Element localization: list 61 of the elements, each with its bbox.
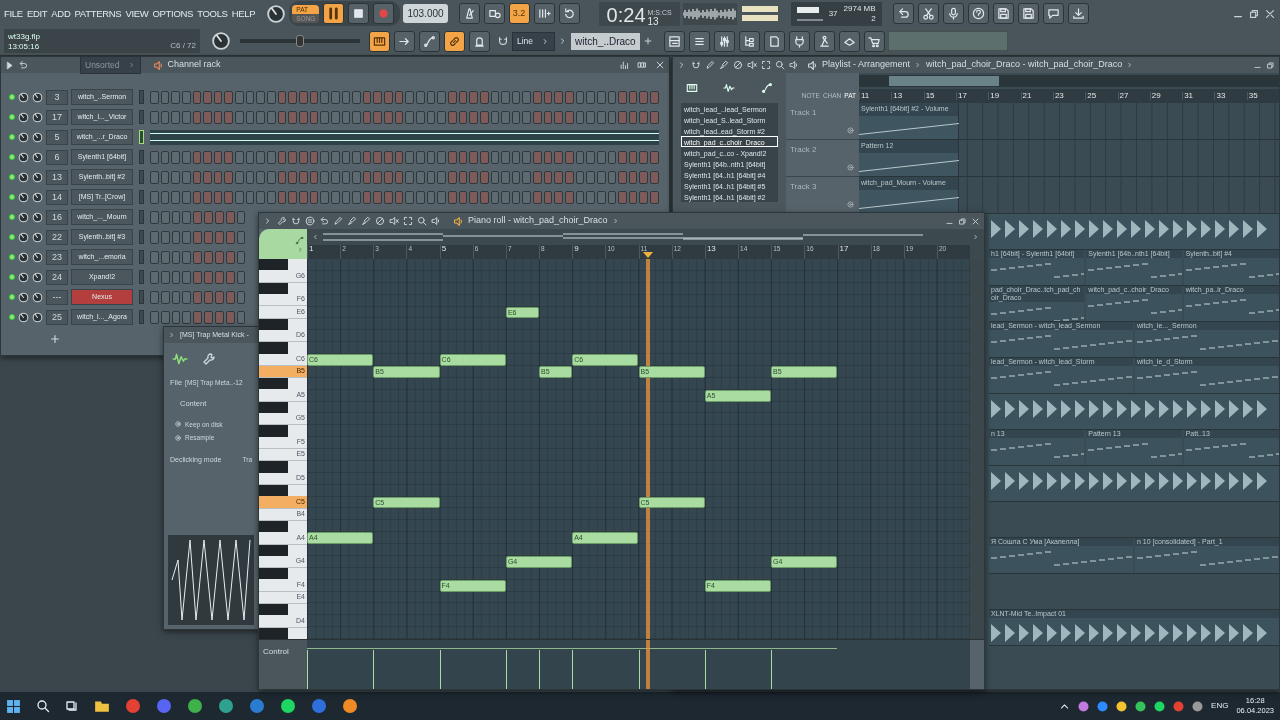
- menu-item[interactable]: FILE: [4, 6, 23, 21]
- voice-count: 2: [870, 13, 876, 24]
- ruler-number: 13: [893, 92, 903, 100]
- time-centiseconds: 13: [647, 16, 660, 26]
- file-name: wt33g.flp: [8, 32, 41, 43]
- menu-item[interactable]: VIEW: [125, 6, 149, 21]
- tempo-display[interactable]: 103.000: [403, 4, 448, 24]
- ruler-number: 17: [839, 245, 849, 253]
- channel-number: 6: [46, 149, 68, 165]
- channel-number: 22: [46, 229, 68, 245]
- channel-number: 24: [46, 269, 68, 285]
- ruler-number: 19: [990, 92, 1000, 100]
- channel-number: 3: [46, 89, 68, 105]
- snap-select[interactable]: Line: [512, 31, 556, 51]
- menu-item[interactable]: OPTIONS: [152, 6, 194, 21]
- menu-item[interactable]: EDIT: [26, 6, 48, 21]
- song-time: 13:05:16: [8, 42, 41, 53]
- cpu-value: 37: [828, 7, 838, 20]
- memory-value: 2974 MB: [843, 3, 876, 14]
- track-name: Track 2: [790, 144, 817, 156]
- ruler-number: 5: [441, 245, 447, 253]
- menu-item[interactable]: PATTERNS: [74, 6, 122, 21]
- ruler-number: 1: [309, 245, 314, 253]
- channel-number: 13: [46, 169, 68, 185]
- ruler-number: 31: [1184, 92, 1194, 100]
- ruler-number: 13: [706, 245, 716, 253]
- menu-item[interactable]: HELP: [231, 6, 256, 21]
- track-name: Track 3: [790, 181, 817, 193]
- breadcrumb: witch_pad_choir_Draco - witch_pad_choir_Draco: [926, 58, 1123, 72]
- ruler-number: 33: [1216, 92, 1226, 100]
- pattern-select[interactable]: witch_..Draco: [571, 32, 640, 50]
- ruler-number: 15: [925, 92, 935, 100]
- window-title: Channel rack: [167, 58, 221, 72]
- channel-number: 14: [46, 189, 68, 205]
- ruler-number: 35: [1248, 92, 1258, 100]
- window-title: Playlist - Arrangement: [822, 58, 911, 72]
- channel-number: ---: [46, 289, 68, 305]
- ruler-number: 29: [1151, 92, 1161, 100]
- window-title: Piano roll - witch_pad_choir_Draco: [468, 214, 608, 228]
- menu-item[interactable]: ADD: [51, 6, 71, 21]
- time-value: 0:24: [606, 3, 646, 26]
- language-indicator[interactable]: ENG: [1211, 700, 1229, 712]
- ruler-number: 11: [861, 92, 870, 100]
- channel-number: 17: [46, 109, 68, 125]
- channel-number: 16: [46, 209, 68, 225]
- channel-number: 23: [46, 249, 68, 265]
- ruler-number: 25: [1087, 92, 1097, 100]
- ruler-number: 27: [1119, 92, 1129, 100]
- filter-value: Unsorted: [85, 58, 120, 72]
- snap-value: Line: [517, 34, 534, 48]
- track-name: Track 1: [790, 107, 817, 119]
- ruler-number: 23: [1054, 92, 1064, 100]
- control-label: Control: [259, 640, 307, 689]
- countdown-button[interactable]: 3.2: [508, 3, 530, 25]
- ruler-number: 21: [1022, 92, 1032, 100]
- ruler-number: 9: [574, 245, 579, 253]
- channel-number: 25: [46, 309, 68, 325]
- channel-number: 5: [46, 129, 68, 145]
- ruler-number: 17: [957, 92, 967, 100]
- menu-item[interactable]: TOOLS: [197, 6, 228, 21]
- note-info: C6 / 72: [170, 40, 196, 53]
